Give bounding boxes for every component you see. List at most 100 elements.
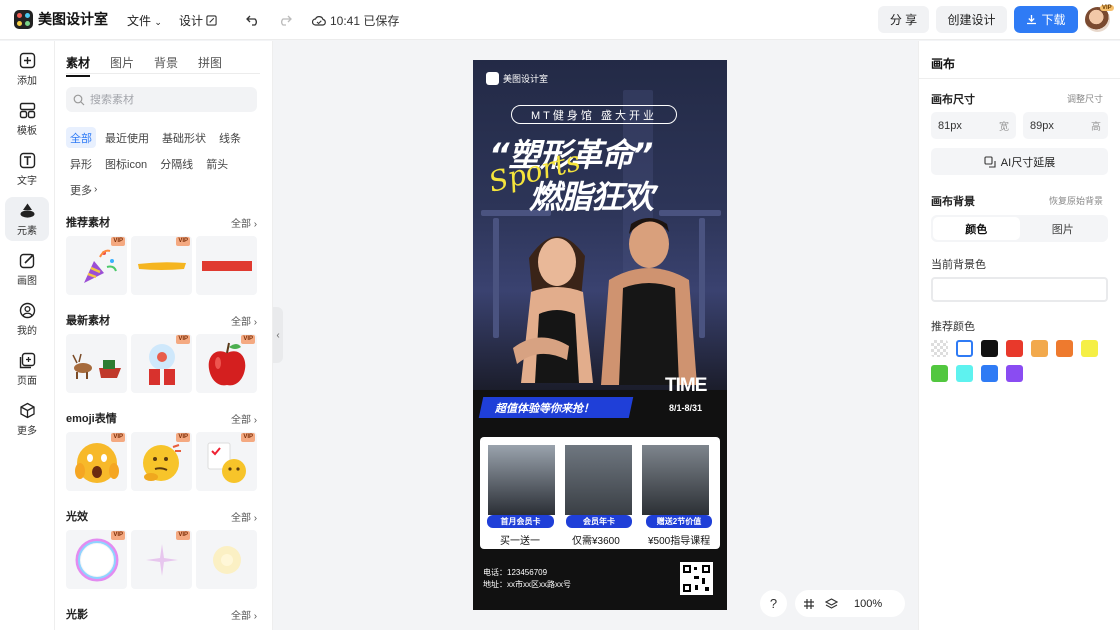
color-swatch[interactable] xyxy=(956,340,973,357)
layers-icon[interactable] xyxy=(825,597,838,610)
sparkle-star-icon xyxy=(145,543,178,576)
collapse-panel-handle[interactable]: ‹ xyxy=(273,307,283,363)
download-button[interactable]: 下载 xyxy=(1014,6,1078,33)
design-menu[interactable]: 设计 xyxy=(179,12,217,29)
adjust-size-link[interactable]: 调整尺寸 xyxy=(1067,92,1103,105)
undo-icon[interactable] xyxy=(244,11,262,29)
asset-red-brush-stroke[interactable] xyxy=(196,236,257,295)
redo-icon[interactable] xyxy=(276,11,294,29)
asset-thinking-emoji[interactable]: VIP xyxy=(131,432,192,491)
color-swatch[interactable] xyxy=(956,365,973,382)
current-color-field[interactable] xyxy=(931,277,1108,302)
see-all-label: 全部 xyxy=(231,611,251,622)
color-swatch[interactable] xyxy=(1006,365,1023,382)
poster-time-word: TIME xyxy=(665,375,707,396)
color-swatch[interactable] xyxy=(1031,340,1048,357)
template-icon xyxy=(19,102,35,118)
asset-red-apple[interactable]: VIP xyxy=(196,334,257,393)
rail-item-draw[interactable]: 画图 xyxy=(5,247,49,291)
poster-address: 地址：xx市xx区xx路xx号 xyxy=(483,580,571,589)
rail-item-more[interactable]: 更多 xyxy=(5,397,49,441)
color-swatch[interactable] xyxy=(1006,340,1023,357)
asset-party-popper[interactable]: VIP xyxy=(66,236,127,295)
filter-arrows[interactable]: 箭头 xyxy=(202,153,232,174)
rail-label-elements: 元素 xyxy=(17,225,37,237)
create-design-button[interactable]: 创建设计 xyxy=(936,6,1007,33)
asset-sparkle-star[interactable]: VIP xyxy=(131,530,192,589)
tab-bg-image[interactable]: 图片 xyxy=(1020,217,1107,240)
section-title-light-effects: 光效 xyxy=(66,511,88,523)
asset-soft-glow[interactable] xyxy=(196,530,257,589)
asset-checklist-emoji[interactable]: VIP xyxy=(196,432,257,491)
grid-icon[interactable] xyxy=(803,598,815,610)
filter-dividers[interactable]: 分隔线 xyxy=(156,153,197,174)
app-name: 美图设计室 xyxy=(38,11,108,27)
rail-item-add[interactable]: 添加 xyxy=(5,47,49,91)
share-button[interactable]: 分 享 xyxy=(878,6,929,33)
height-field[interactable]: 89px 高 xyxy=(1023,112,1108,139)
asset-bubble-ring[interactable]: VIP xyxy=(66,530,127,589)
color-swatch[interactable] xyxy=(1056,340,1073,357)
color-swatch[interactable] xyxy=(931,365,948,382)
filter-more[interactable]: 更多 › xyxy=(66,179,101,200)
restore-bg-link[interactable]: 恢复原始背景 xyxy=(1049,194,1103,207)
color-swatch[interactable] xyxy=(931,340,948,357)
see-all-label: 全部 xyxy=(231,513,251,524)
vip-tag: VIP xyxy=(241,433,255,442)
asset-yellow-brush-stroke[interactable]: VIP xyxy=(131,236,192,295)
rail-item-elements[interactable]: 元素 xyxy=(5,197,49,241)
color-swatch[interactable] xyxy=(1081,340,1098,357)
asset-snow-globe-gift[interactable]: VIP xyxy=(131,334,192,393)
poster-pill-text: MT健身馆 盛大开业 xyxy=(511,105,677,124)
asset-search[interactable] xyxy=(66,87,257,112)
vip-badge: VIP xyxy=(1100,5,1114,11)
tab-bg-color[interactable]: 颜色 xyxy=(933,217,1020,240)
offer-desc-1: 买一送一 xyxy=(500,536,540,547)
reindeer-sleigh-icon xyxy=(71,353,121,379)
zoom-level[interactable]: 100% xyxy=(854,598,882,610)
rail-item-mine[interactable]: 我的 xyxy=(5,297,49,341)
rail-label-text: 文字 xyxy=(17,175,37,187)
color-swatch[interactable] xyxy=(981,365,998,382)
asset-reindeer-sleigh[interactable] xyxy=(66,334,127,393)
properties-divider xyxy=(919,78,1120,79)
rail-item-templates[interactable]: 模板 xyxy=(5,97,49,141)
page-icon xyxy=(19,352,35,368)
width-field[interactable]: 81px 宽 xyxy=(931,112,1016,139)
file-menu-label: 文件 xyxy=(127,14,152,28)
properties-title: 画布 xyxy=(931,57,956,71)
design-canvas[interactable]: 美图设计室 MT健身馆 盛大开业 “塑形革命” Sports 燃脂狂欢 超值体验… xyxy=(473,60,727,610)
see-all-emoji[interactable]: 全部 › xyxy=(231,411,257,426)
rail-item-text[interactable]: 文字 xyxy=(5,147,49,191)
poster-brand: 美图设计室 xyxy=(486,72,548,85)
search-input[interactable] xyxy=(90,93,250,106)
see-all-recommended[interactable]: 全部 › xyxy=(231,215,257,230)
asset-shocked-emoji[interactable]: VIP xyxy=(66,432,127,491)
see-all-light-effects[interactable]: 全部 › xyxy=(231,509,257,524)
color-swatch[interactable] xyxy=(981,340,998,357)
vip-tag: VIP xyxy=(111,237,125,246)
chevron-down-icon: ⌄ xyxy=(154,17,162,27)
see-all-label: 全部 xyxy=(231,317,251,328)
see-all-light-shadow[interactable]: 全部 › xyxy=(231,607,257,622)
gym-equipment-post xyxy=(493,218,499,338)
rail-item-pages[interactable]: 页面 xyxy=(5,347,49,391)
filter-lines[interactable]: 线条 xyxy=(215,127,245,148)
bg-type-toggle: 颜色 图片 xyxy=(931,215,1108,242)
app-logo[interactable]: 美图设计室 xyxy=(14,9,108,29)
help-button[interactable]: ? xyxy=(760,590,787,617)
plus-square-icon xyxy=(19,52,35,68)
filter-recent[interactable]: 最近使用 xyxy=(101,127,153,148)
height-value: 89px xyxy=(1030,119,1054,132)
see-all-latest[interactable]: 全部 › xyxy=(231,313,257,328)
vip-tag: VIP xyxy=(176,335,190,344)
filter-basic-shapes[interactable]: 基础形状 xyxy=(158,127,210,148)
filter-icons[interactable]: 图标icon xyxy=(101,153,151,174)
brand-mark-icon xyxy=(486,72,499,85)
ai-size-extend-button[interactable]: AI尺寸延展 xyxy=(931,148,1108,175)
filter-irregular[interactable]: 异形 xyxy=(66,153,96,174)
bubble-ring-icon xyxy=(75,538,118,581)
snow-globe-gift-icon xyxy=(148,343,175,385)
file-menu[interactable]: 文件 ⌄ xyxy=(127,12,162,29)
filter-all[interactable]: 全部 xyxy=(66,127,96,148)
